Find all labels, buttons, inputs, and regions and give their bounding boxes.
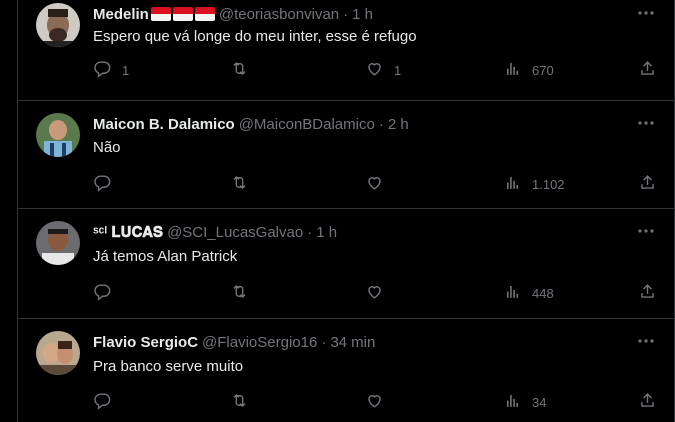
- views-count: 670: [532, 62, 554, 78]
- timestamp[interactable]: 1 h: [352, 6, 373, 23]
- separator-dot: ·: [321, 333, 327, 351]
- reply-icon: [93, 173, 112, 195]
- separator-dot: ·: [378, 115, 384, 133]
- views-count: 1.102: [532, 176, 565, 192]
- like-button[interactable]: [365, 174, 394, 194]
- action-bar: 1 1 670: [93, 60, 663, 80]
- share-icon: [638, 282, 657, 304]
- flag-icon: [172, 7, 193, 21]
- views-icon: [503, 282, 522, 304]
- separator-dot: ·: [343, 5, 349, 23]
- tweet-text: Espero que vá longe do meu inter, esse é…: [93, 28, 417, 45]
- retweet-button[interactable]: [230, 174, 259, 194]
- display-name[interactable]: Maicon B. Dalamico: [93, 116, 235, 133]
- action-bar: 1.102: [93, 174, 663, 194]
- like-icon: [365, 391, 384, 413]
- like-count: 1: [394, 62, 402, 78]
- retweet-button[interactable]: [230, 283, 259, 303]
- views-icon: [503, 173, 522, 195]
- reply-button[interactable]: [93, 174, 122, 194]
- share-button[interactable]: [638, 60, 657, 80]
- separator-dot: ·: [307, 223, 313, 241]
- views-button[interactable]: 670: [503, 60, 554, 80]
- more-icon[interactable]: [636, 116, 656, 130]
- user-handle[interactable]: @teoriasbonvivan: [219, 6, 339, 23]
- views-button[interactable]: 448: [503, 283, 554, 303]
- tweet-item[interactable]: ˢᶜᴵ 𝐋𝐔𝐂𝐀𝐒 @SCI_LucasGalvao · 1 h Já temo…: [18, 209, 675, 319]
- reply-button[interactable]: [93, 392, 122, 412]
- share-icon: [638, 59, 657, 81]
- more-icon[interactable]: [636, 334, 656, 348]
- tweet-header: Medelin @teoriasbonvivan · 1 h: [93, 4, 373, 24]
- tweet-text: Já temos Alan Patrick: [93, 248, 238, 265]
- retweet-button[interactable]: [230, 60, 259, 80]
- more-icon[interactable]: [636, 6, 656, 20]
- tweet-item[interactable]: Maicon B. Dalamico @MaiconBDalamico · 2 …: [18, 101, 675, 209]
- like-icon: [365, 59, 384, 81]
- views-icon: [503, 59, 522, 81]
- share-button[interactable]: [638, 174, 657, 194]
- retweet-icon: [230, 282, 249, 304]
- tweet-item[interactable]: Flavio SergioC @FlavioSergio16 · 34 min …: [18, 319, 675, 422]
- views-count: 448: [532, 285, 554, 301]
- display-name[interactable]: ˢᶜᴵ 𝐋𝐔𝐂𝐀𝐒: [93, 224, 163, 241]
- reply-icon: [93, 391, 112, 413]
- flag-icon: [150, 7, 171, 21]
- user-handle[interactable]: @SCI_LucasGalvao: [167, 224, 303, 241]
- retweet-icon: [230, 59, 249, 81]
- reply-button[interactable]: [93, 283, 122, 303]
- reply-icon: [93, 282, 112, 304]
- timestamp[interactable]: 34 min: [330, 334, 375, 351]
- views-button[interactable]: 34: [503, 392, 546, 412]
- timestamp[interactable]: 2 h: [388, 116, 409, 133]
- retweet-icon: [230, 391, 249, 413]
- like-icon: [365, 173, 384, 195]
- tweet-header: Flavio SergioC @FlavioSergio16 · 34 min: [93, 332, 375, 352]
- action-bar: 34: [93, 392, 663, 412]
- flag-icon: [194, 7, 215, 21]
- tweet-item[interactable]: Medelin @teoriasbonvivan · 1 h Espero qu…: [18, 0, 675, 101]
- user-handle[interactable]: @FlavioSergio16: [202, 334, 317, 351]
- tweet-text: Pra banco serve muito: [93, 358, 244, 375]
- like-icon: [365, 282, 384, 304]
- avatar[interactable]: [36, 3, 80, 47]
- user-handle[interactable]: @MaiconBDalamico: [239, 116, 375, 133]
- views-button[interactable]: 1.102: [503, 174, 565, 194]
- reply-button[interactable]: 1: [93, 60, 129, 80]
- views-icon: [503, 391, 522, 413]
- more-icon[interactable]: [636, 224, 656, 238]
- reply-count: 1: [122, 62, 130, 78]
- share-icon: [638, 391, 657, 413]
- like-button[interactable]: [365, 392, 394, 412]
- retweet-button[interactable]: [230, 392, 259, 412]
- action-bar: 448: [93, 283, 663, 303]
- display-name[interactable]: Medelin: [93, 6, 149, 23]
- timestamp[interactable]: 1 h: [316, 224, 337, 241]
- like-button[interactable]: [365, 283, 394, 303]
- reply-icon: [93, 59, 112, 81]
- like-button[interactable]: 1: [365, 60, 401, 80]
- views-count: 34: [532, 394, 547, 410]
- tweet-text: Não: [93, 139, 121, 156]
- share-button[interactable]: [638, 392, 657, 412]
- share-icon: [638, 173, 657, 195]
- tweet-header: ˢᶜᴵ 𝐋𝐔𝐂𝐀𝐒 @SCI_LucasGalvao · 1 h: [93, 222, 337, 242]
- tweet-header: Maicon B. Dalamico @MaiconBDalamico · 2 …: [93, 114, 409, 134]
- retweet-icon: [230, 173, 249, 195]
- avatar[interactable]: [36, 113, 80, 157]
- avatar[interactable]: [36, 331, 80, 375]
- avatar[interactable]: [36, 221, 80, 265]
- share-button[interactable]: [638, 283, 657, 303]
- display-name[interactable]: Flavio SergioC: [93, 334, 198, 351]
